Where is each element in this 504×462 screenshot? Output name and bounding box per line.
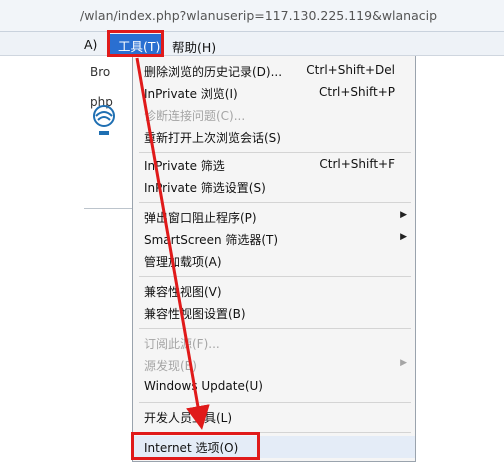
annotation-arrow [135,57,210,430]
